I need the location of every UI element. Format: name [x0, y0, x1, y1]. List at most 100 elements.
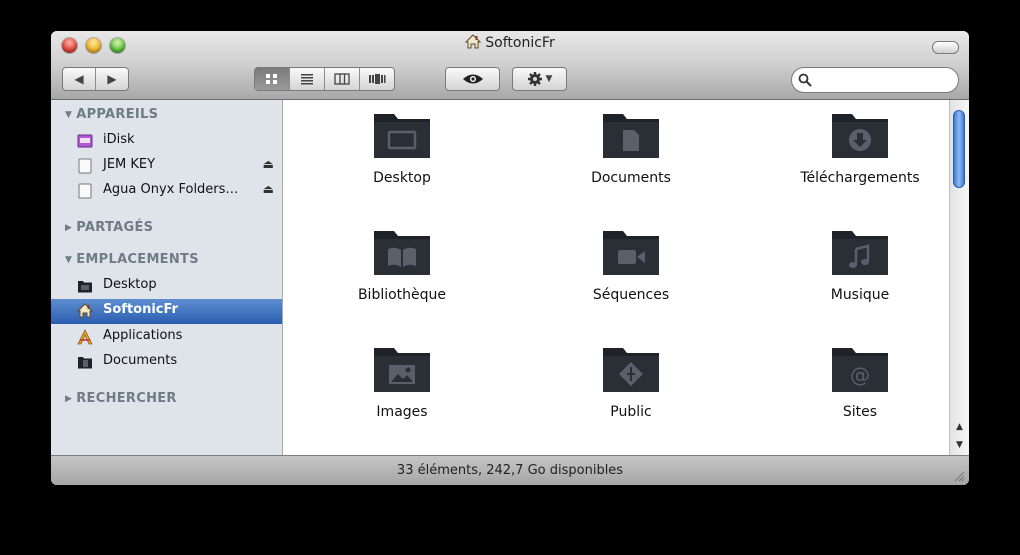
quick-look-button[interactable] — [445, 67, 500, 91]
folder-name: Bibliothèque — [357, 287, 447, 303]
sidebar-item-label: Desktop — [103, 277, 157, 292]
folder-name: Téléchargements — [800, 170, 920, 186]
sidebar-section-search[interactable]: ▶ RECHERCHER — [65, 391, 177, 406]
drive-icon — [78, 183, 92, 199]
section-label: EMPLACEMENTS — [76, 252, 199, 267]
list-view-button[interactable] — [290, 68, 325, 90]
section-label: PARTAGÉS — [76, 220, 154, 235]
quick-look-face — [446, 68, 499, 90]
finder-window: SoftonicFr ◀ ▶ ▼ ▼ APPAREILS iDisk JEM K… — [51, 31, 969, 485]
folder-name: Musique — [830, 287, 890, 303]
folder-name: Séquences — [592, 287, 670, 303]
search-input[interactable] — [816, 72, 950, 90]
eject-icon[interactable]: ⏏ — [263, 182, 274, 196]
sidebar-item-home[interactable]: SoftonicFr — [51, 299, 282, 324]
disclosure-open-icon: ▼ — [65, 110, 73, 120]
chevron-down-icon: ▼ — [545, 74, 553, 84]
sidebar-item-documents[interactable]: Documents — [51, 350, 282, 375]
gear-icon — [527, 72, 542, 86]
action-menu-button[interactable]: ▼ — [512, 67, 567, 91]
back-forward-control: ◀ ▶ — [62, 67, 129, 91]
sidebar-item-agua-onyx[interactable]: Agua Onyx Folders… ⏏ — [51, 179, 282, 204]
disclosure-closed-icon: ▶ — [65, 223, 73, 233]
status-bar: 33 éléments, 242,7 Go disponibles — [51, 455, 969, 485]
folder-name: Sites — [842, 404, 878, 420]
sidebar-item-label: SoftonicFr — [103, 302, 178, 317]
sites-folder-icon: @ — [832, 348, 888, 392]
sidebar: ▼ APPAREILS iDisk JEM KEY ⏏ Agua Onyx Fol… — [51, 100, 283, 455]
pictures-folder-icon — [374, 348, 430, 392]
eye-icon — [462, 74, 483, 84]
title-bar: SoftonicFr ◀ ▶ ▼ — [51, 31, 969, 100]
folder-documents[interactable]: Documents — [531, 108, 731, 218]
window-title-text: SoftonicFr — [485, 35, 555, 51]
column-view-icon — [334, 73, 350, 85]
sidebar-item-jem-key[interactable]: JEM KEY ⏏ — [51, 154, 282, 179]
sidebar-section-devices[interactable]: ▼ APPAREILS — [65, 107, 158, 122]
folder-name: Public — [610, 404, 652, 420]
folder-downloads[interactable]: Téléchargements — [760, 108, 960, 218]
disclosure-open-icon: ▼ — [65, 255, 73, 265]
folder-name: Images — [376, 404, 428, 420]
music-folder-icon — [832, 231, 888, 275]
sidebar-item-label: Documents — [103, 353, 178, 368]
sidebar-section-shared[interactable]: ▶ PARTAGÉS — [65, 220, 153, 235]
folder-public[interactable]: Public — [531, 342, 731, 452]
folder-desktop[interactable]: Desktop — [302, 108, 502, 218]
sidebar-item-label: Agua Onyx Folders… — [103, 182, 239, 197]
status-text: 33 éléments, 242,7 Go disponibles — [396, 463, 624, 478]
documents-folder-icon — [78, 357, 92, 369]
scrollbar-thumb[interactable] — [953, 110, 965, 188]
library-folder-icon — [374, 231, 430, 275]
scroll-up-arrow-icon[interactable]: ▲ — [950, 418, 969, 436]
eject-icon[interactable]: ⏏ — [263, 157, 274, 171]
sidebar-item-label: Applications — [103, 328, 183, 343]
folder-name: Documents — [591, 170, 671, 186]
documents-folder-icon — [603, 114, 659, 158]
movies-folder-icon — [603, 231, 659, 275]
list-view-icon — [301, 74, 313, 85]
sidebar-item-idisk[interactable]: iDisk — [51, 129, 282, 154]
desktop-folder-icon — [78, 281, 92, 293]
folder-pictures[interactable]: Images — [302, 342, 502, 452]
folder-library[interactable]: Bibliothèque — [302, 225, 502, 335]
sidebar-section-places[interactable]: ▼ EMPLACEMENTS — [65, 252, 199, 267]
icon-view-button[interactable] — [255, 68, 290, 90]
folder-name: Desktop — [373, 170, 431, 186]
vertical-scrollbar[interactable]: ▲ ▼ — [949, 100, 969, 455]
home-icon — [77, 303, 93, 318]
window-title: SoftonicFr — [51, 34, 969, 53]
search-field[interactable] — [791, 67, 959, 93]
folder-sites[interactable]: @ Sites — [760, 342, 960, 452]
applications-icon — [77, 329, 93, 345]
sidebar-item-desktop[interactable]: Desktop — [51, 274, 282, 299]
coverflow-view-icon — [369, 74, 386, 84]
resize-grip-icon[interactable] — [953, 470, 965, 482]
icon-view-content: Desktop Documents Téléchargements Biblio… — [283, 100, 949, 455]
drive-icon — [78, 158, 92, 174]
coverflow-view-button[interactable] — [360, 68, 394, 90]
downloads-folder-icon — [832, 114, 888, 158]
icon-view-icon — [266, 74, 277, 84]
sidebar-item-label: iDisk — [103, 132, 135, 147]
view-mode-control — [254, 67, 395, 91]
toolbar-toggle-button[interactable] — [932, 41, 959, 54]
scroll-down-arrow-icon[interactable]: ▼ — [950, 436, 969, 454]
desktop-folder-icon — [374, 114, 430, 158]
search-icon — [798, 73, 812, 87]
forward-button[interactable]: ▶ — [96, 68, 128, 90]
back-button[interactable]: ◀ — [63, 68, 96, 90]
column-view-button[interactable] — [325, 68, 360, 90]
sidebar-item-applications[interactable]: Applications — [51, 325, 282, 350]
folder-music[interactable]: Musique — [760, 225, 960, 335]
section-label: RECHERCHER — [76, 391, 177, 406]
disclosure-closed-icon: ▶ — [65, 394, 73, 404]
back-arrow-icon: ◀ — [74, 72, 84, 86]
svg-text:@: @ — [850, 363, 870, 387]
sidebar-item-label: JEM KEY — [103, 157, 156, 172]
section-label: APPAREILS — [76, 107, 159, 122]
idisk-icon — [77, 134, 93, 148]
folder-movies[interactable]: Séquences — [531, 225, 731, 335]
forward-arrow-icon: ▶ — [107, 72, 117, 86]
home-icon — [465, 34, 482, 53]
